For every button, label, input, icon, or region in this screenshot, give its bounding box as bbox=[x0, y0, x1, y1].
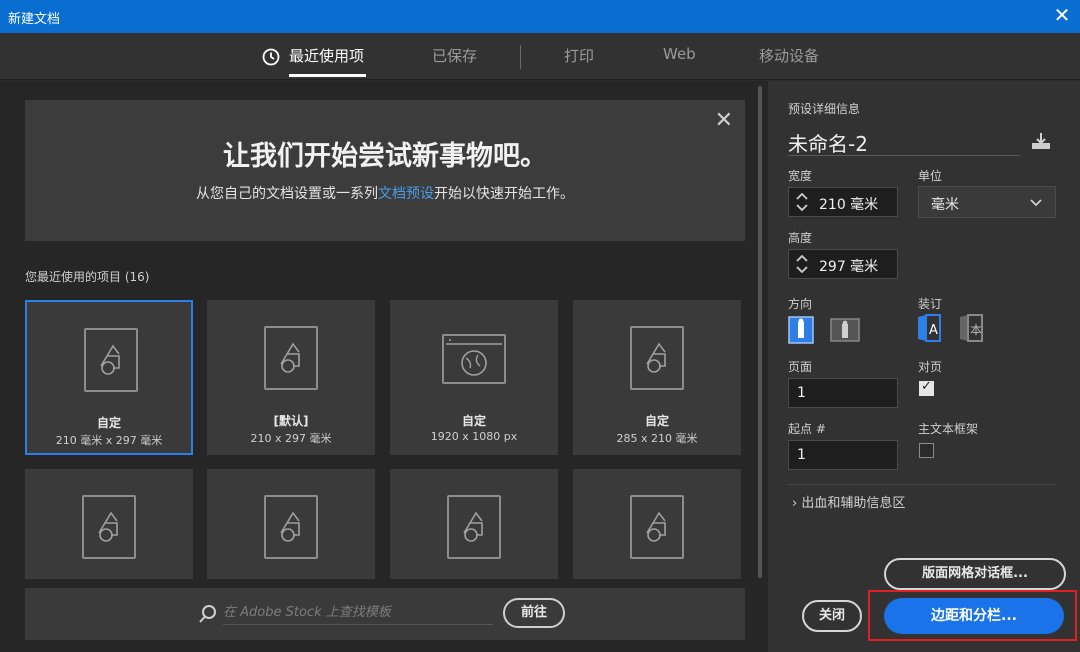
binding-label: 装订 bbox=[918, 297, 943, 311]
save-preset-icon[interactable] bbox=[1030, 131, 1052, 151]
landscape-orientation-icon[interactable] bbox=[830, 318, 860, 342]
active-tab-indicator bbox=[289, 74, 366, 77]
card-name: [默认] bbox=[273, 414, 309, 428]
document-icon bbox=[264, 326, 318, 390]
unit-value: 毫米 bbox=[931, 197, 959, 213]
welcome-heading: 让我们开始尝试新事物吧。 bbox=[223, 141, 547, 172]
tab-mobile[interactable]: 移动设备 bbox=[759, 45, 819, 66]
recent-label-text: 您最近使用的项目 bbox=[25, 270, 122, 284]
recent-item-card[interactable] bbox=[25, 469, 193, 579]
spinner-icon[interactable] bbox=[795, 191, 809, 213]
chevron-down-icon bbox=[1030, 199, 1042, 207]
recent-count: (16) bbox=[124, 270, 150, 284]
document-icon bbox=[447, 495, 501, 559]
recent-item-card[interactable]: [默认] 210 x 297 毫米 bbox=[207, 300, 375, 455]
document-icon bbox=[264, 495, 318, 559]
stock-search-bar: 前往 bbox=[25, 588, 745, 640]
card-dimensions: 285 x 210 毫米 bbox=[616, 432, 698, 445]
stock-search-input[interactable] bbox=[223, 601, 493, 625]
pages-value: 1 bbox=[797, 385, 806, 401]
facing-pages-checkbox[interactable]: ✓ bbox=[919, 379, 934, 396]
highlight-box bbox=[868, 590, 1077, 641]
recent-item-card[interactable] bbox=[207, 469, 375, 579]
recent-item-card[interactable] bbox=[573, 469, 741, 579]
width-label: 宽度 bbox=[788, 169, 813, 183]
width-field[interactable]: 210 毫米 bbox=[788, 187, 898, 217]
tab-print[interactable]: 打印 bbox=[564, 45, 594, 66]
bleed-slug-label: 出血和辅助信息区 bbox=[801, 496, 906, 511]
preset-name-field[interactable]: 未命名-2 bbox=[788, 128, 1020, 156]
title-bar: 新建文档 ✕ bbox=[0, 0, 1080, 33]
primary-text-frame-label: 主文本框架 bbox=[918, 422, 979, 436]
window-title: 新建文档 bbox=[8, 12, 61, 27]
svg-text:本: 本 bbox=[970, 323, 982, 337]
tab-recent[interactable]: 最近使用项 bbox=[289, 45, 364, 66]
recent-item-card[interactable]: 自定 1920 x 1080 px bbox=[390, 300, 558, 455]
binding-left-icon[interactable]: A bbox=[916, 314, 942, 342]
card-dimensions: 210 毫米 x 297 毫米 bbox=[55, 434, 163, 447]
tab-web[interactable]: Web bbox=[663, 45, 696, 63]
web-document-icon bbox=[442, 334, 506, 384]
card-dimensions: 1920 x 1080 px bbox=[430, 430, 518, 443]
welcome-sub-after: 开始以快速开始工作。 bbox=[434, 186, 574, 202]
card-name: 自定 bbox=[96, 416, 121, 430]
tab-saved[interactable]: 已保存 bbox=[432, 45, 477, 66]
document-presets-link[interactable]: 文档预设 bbox=[378, 186, 434, 202]
preset-details-header: 预设详细信息 bbox=[788, 102, 861, 116]
orientation-label: 方向 bbox=[788, 297, 813, 311]
welcome-subtext: 从您自己的文档设置或一系列文档预设开始以快速开始工作。 bbox=[25, 183, 745, 203]
start-page-label: 起点 # bbox=[788, 422, 826, 436]
unit-select[interactable]: 毫米 bbox=[918, 186, 1056, 218]
card-name: 自定 bbox=[461, 414, 486, 428]
start-page-field[interactable]: 1 bbox=[788, 440, 898, 470]
banner-close-icon[interactable]: ✕ bbox=[715, 108, 733, 133]
height-field[interactable]: 297 毫米 bbox=[788, 249, 898, 279]
facing-pages-label: 对页 bbox=[918, 360, 943, 374]
pages-label: 页面 bbox=[788, 360, 813, 374]
recent-item-card[interactable]: 自定 285 x 210 毫米 bbox=[573, 300, 741, 455]
recent-item-card[interactable] bbox=[390, 469, 558, 579]
width-value: 210 毫米 bbox=[819, 197, 879, 213]
welcome-banner: ✕ 让我们开始尝试新事物吧。 从您自己的文档设置或一系列文档预设开始以快速开始工… bbox=[25, 100, 745, 241]
height-label: 高度 bbox=[788, 231, 813, 245]
recent-items-label: 您最近使用的项目 (16) bbox=[25, 268, 149, 285]
card-name: 自定 bbox=[644, 414, 669, 428]
presets-scrollbar[interactable] bbox=[758, 86, 762, 578]
clock-icon bbox=[262, 48, 280, 66]
welcome-sub-before: 从您自己的文档设置或一系列 bbox=[196, 186, 378, 202]
start-page-value: 1 bbox=[797, 447, 806, 463]
height-value: 297 毫米 bbox=[819, 259, 879, 275]
svg-text:A: A bbox=[929, 323, 938, 338]
stock-go-button[interactable]: 前往 bbox=[503, 598, 565, 628]
portrait-orientation-icon[interactable] bbox=[788, 316, 814, 344]
section-divider bbox=[788, 484, 1056, 485]
document-icon bbox=[630, 326, 684, 390]
checkmark-icon: ✓ bbox=[921, 379, 932, 394]
binding-right-icon[interactable]: 本 bbox=[958, 314, 984, 342]
search-icon bbox=[199, 605, 216, 623]
card-dimensions: 210 x 297 毫米 bbox=[250, 432, 332, 445]
tab-divider bbox=[520, 45, 521, 69]
document-icon bbox=[630, 495, 684, 559]
layout-grid-dialog-button[interactable]: 版面网格对话框... bbox=[884, 558, 1066, 590]
primary-text-frame-checkbox[interactable] bbox=[919, 443, 934, 458]
close-button[interactable]: 关闭 bbox=[802, 600, 862, 632]
document-icon bbox=[82, 495, 136, 559]
recent-item-card[interactable]: 自定 210 毫米 x 297 毫米 bbox=[25, 300, 193, 455]
tab-bar: 最近使用项 已保存 打印 Web 移动设备 bbox=[0, 33, 1080, 80]
window-close-icon[interactable]: ✕ bbox=[1052, 4, 1072, 26]
document-icon bbox=[84, 328, 138, 392]
spinner-icon[interactable] bbox=[795, 253, 809, 275]
bleed-slug-toggle[interactable]: › 出血和辅助信息区 bbox=[792, 492, 905, 511]
chevron-right-icon: › bbox=[792, 496, 798, 511]
unit-label: 单位 bbox=[918, 169, 943, 183]
pages-field[interactable]: 1 bbox=[788, 378, 898, 408]
